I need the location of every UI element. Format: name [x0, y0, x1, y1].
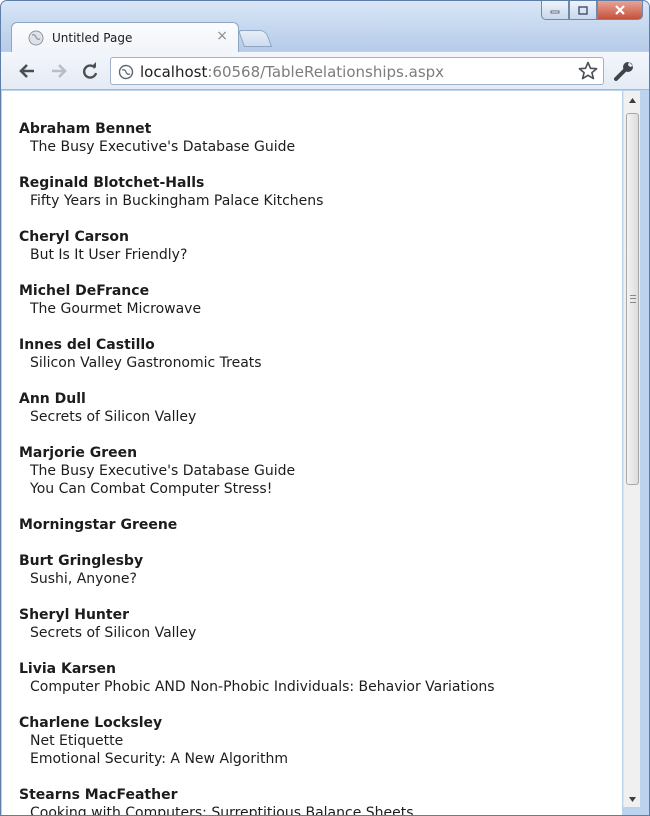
author-name: Innes del Castillo [19, 337, 155, 353]
author-entry: Abraham Bennet The Busy Executive's Datab… [19, 120, 622, 156]
reload-button[interactable] [79, 60, 101, 82]
window-frame-edge [640, 91, 649, 815]
author-name: Reginald Blotchet-Halls [19, 175, 205, 191]
author-list: Abraham Bennet The Busy Executive's Datab… [2, 91, 622, 815]
book-title: The Busy Executive's Database Guide [30, 463, 296, 479]
book-title: You Can Combat Computer Stress! [30, 481, 273, 497]
book-title: But Is It User Friendly? [30, 247, 188, 263]
url-host: localhost [140, 63, 208, 81]
page-globe-icon [28, 30, 44, 46]
author-name: Michel DeFrance [19, 283, 150, 299]
back-arrow-icon [19, 64, 34, 78]
browser-window: Untitled Page × localhost:60568/TableRel… [0, 0, 650, 816]
tab-close-icon[interactable]: × [216, 28, 228, 44]
page-info-icon[interactable] [118, 64, 134, 80]
vertical-scrollbar[interactable] [623, 91, 640, 807]
forward-arrow-icon [52, 64, 67, 78]
book-title: Secrets of Silicon Valley [30, 625, 197, 641]
title-bar: Untitled Page × [1, 1, 649, 52]
author-entry: Morningstar Greene [19, 516, 622, 534]
url-text[interactable]: localhost:60568/TableRelationships.aspx [140, 63, 444, 81]
author-name: Sheryl Hunter [19, 607, 129, 623]
author-name: Cheryl Carson [19, 229, 129, 245]
author-entry: Cheryl Carson But Is It User Friendly? [19, 228, 622, 264]
forward-button[interactable] [48, 60, 70, 82]
author-entry: Livia Karsen Computer Phobic AND Non-Phob… [19, 660, 622, 696]
reload-icon [83, 62, 98, 79]
author-name: Charlene Locksley [19, 715, 163, 731]
book-title: The Gourmet Microwave [30, 301, 202, 317]
url-path: :60568/TableRelationships.aspx [207, 63, 445, 81]
author-entry: Marjorie Green The Busy Executive's Datab… [19, 444, 622, 498]
back-button[interactable] [16, 60, 38, 82]
scroll-down-button[interactable] [624, 791, 641, 807]
book-title: Fifty Years in Buckingham Palace Kitchen… [30, 193, 324, 209]
tab-title: Untitled Page [52, 31, 133, 45]
author-name: Morningstar Greene [19, 517, 178, 533]
author-name: Ann Dull [19, 391, 86, 407]
window-controls [541, 1, 643, 21]
minimize-button[interactable] [541, 1, 569, 20]
scroll-up-button[interactable] [624, 92, 641, 108]
author-entry: Stearns MacFeather Cooking with Computers… [19, 786, 622, 815]
book-title: Silicon Valley Gastronomic Treats [30, 355, 262, 371]
wrench-menu-icon[interactable] [613, 60, 635, 82]
author-name: Marjorie Green [19, 445, 138, 461]
author-name: Stearns MacFeather [19, 787, 178, 803]
book-title: Emotional Security: A New Algorithm [30, 751, 289, 767]
new-tab-button[interactable] [237, 30, 273, 47]
browser-tab[interactable]: Untitled Page × [11, 22, 239, 52]
author-entry: Burt Gringlesby Sushi, Anyone? [19, 552, 622, 588]
minimize-icon [550, 10, 560, 14]
author-entry: Reginald Blotchet-Halls Fifty Years in Bu… [19, 174, 622, 210]
maximize-button[interactable] [569, 1, 597, 20]
author-name: Burt Gringlesby [19, 553, 144, 569]
page-content: Abraham Bennet The Busy Executive's Datab… [2, 91, 622, 815]
book-title: Cooking with Computers: Surreptitious Ba… [30, 805, 414, 815]
author-entry: Sheryl Hunter Secrets of Silicon Valley [19, 606, 622, 642]
scroll-down-arrow-icon [629, 796, 636, 802]
close-window-button[interactable] [597, 1, 643, 20]
book-title: Secrets of Silicon Valley [30, 409, 197, 425]
author-name: Livia Karsen [19, 661, 116, 677]
author-entry: Michel DeFrance The Gourmet Microwave [19, 282, 622, 318]
scrollbar-thumb[interactable] [626, 113, 639, 485]
close-icon [615, 5, 625, 15]
maximize-icon [578, 5, 588, 15]
scrollbar-grip-icon [630, 295, 636, 303]
author-name: Abraham Bennet [19, 121, 152, 137]
book-title: Sushi, Anyone? [30, 571, 137, 587]
browser-toolbar: localhost:60568/TableRelationships.aspx [1, 52, 649, 90]
author-entry: Ann Dull Secrets of Silicon Valley [19, 390, 622, 426]
book-title: The Busy Executive's Database Guide [30, 139, 296, 155]
bookmark-star-icon[interactable] [578, 61, 598, 81]
book-title: Computer Phobic AND Non-Phobic Individua… [30, 679, 495, 695]
author-entry: Charlene Locksley Net Etiquette Emotional … [19, 714, 622, 768]
address-bar[interactable]: localhost:60568/TableRelationships.aspx [110, 57, 604, 85]
scroll-up-arrow-icon [629, 97, 636, 103]
book-title: Net Etiquette [30, 733, 124, 749]
author-entry: Innes del Castillo Silicon Valley Gastron… [19, 336, 622, 372]
